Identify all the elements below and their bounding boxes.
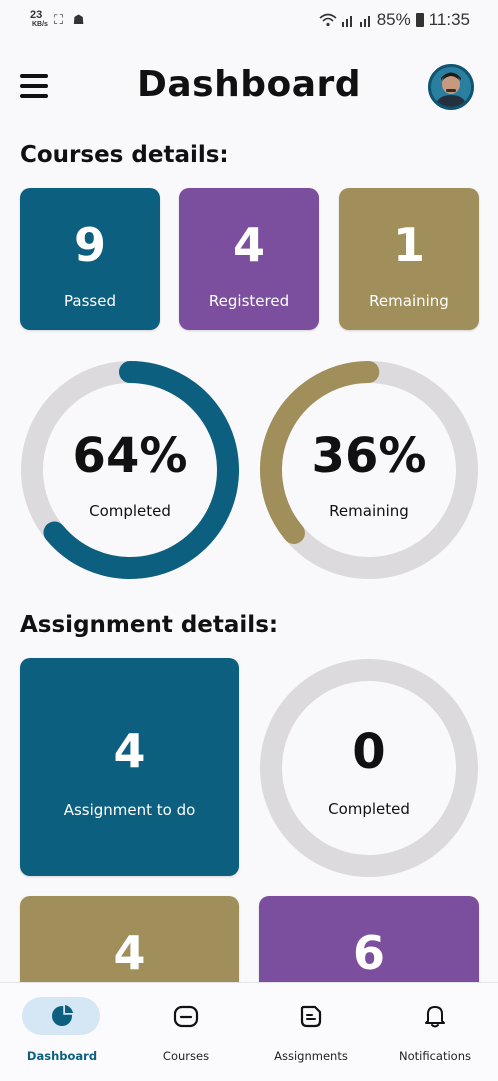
assignments-todo-card[interactable]: 4 Assignment to do	[20, 658, 239, 876]
nav-notifications-label: Notifications	[399, 1049, 471, 1063]
assignments-purple-card[interactable]: 6	[259, 896, 479, 996]
assignments-olive-count: 4	[113, 926, 146, 980]
signal-icon-2	[359, 16, 370, 27]
assignments-completed-label: Completed	[328, 800, 410, 818]
assignments-completed-ring: 0 Completed	[259, 658, 479, 878]
app-notification-icon: ☗	[72, 12, 85, 27]
completed-label: Completed	[89, 502, 171, 520]
passed-card[interactable]: 9 Passed	[20, 188, 160, 330]
app-header: Dashboard	[0, 60, 498, 116]
remaining-progress-ring: 36% Remaining	[259, 360, 479, 580]
signal-icon	[341, 16, 352, 27]
pie-chart-icon	[52, 1005, 73, 1026]
status-bar: 23 KB/s ⛶ ☗ 85% 11:35	[0, 0, 498, 40]
notification-icons: ⛶ ☗	[54, 12, 84, 28]
completed-percent: 64%	[72, 428, 188, 484]
nav-assignments[interactable]: Assignments	[249, 983, 373, 1081]
nav-courses[interactable]: Courses	[124, 983, 248, 1081]
remaining-percent: 36%	[311, 428, 427, 484]
registered-count: 4	[232, 218, 265, 272]
nav-dashboard-label: Dashboard	[26, 1049, 98, 1063]
battery-percent: 85%	[376, 10, 411, 29]
completed-progress-ring: 64% Completed	[20, 360, 240, 580]
passed-label: Passed	[64, 292, 116, 310]
assignments-purple-count: 6	[352, 926, 385, 980]
bell-icon	[425, 1006, 445, 1028]
passed-count: 9	[73, 218, 106, 272]
assignments-icon	[300, 1005, 322, 1028]
page-title: Dashboard	[136, 64, 362, 105]
assignments-section-title: Assignment details:	[20, 612, 279, 638]
bottom-navigation: Dashboard Courses Assignments Notificati…	[0, 982, 498, 1081]
user-avatar-icon	[431, 67, 471, 107]
nav-assignments-label: Assignments	[274, 1049, 348, 1063]
remaining-count: 1	[392, 218, 425, 272]
assignments-todo-count: 4	[113, 724, 146, 778]
nav-courses-label: Courses	[162, 1049, 210, 1063]
nav-notifications[interactable]: Notifications	[373, 983, 497, 1081]
system-status: 85% 11:35	[319, 10, 470, 30]
remaining-card[interactable]: 1 Remaining	[339, 188, 479, 330]
avatar[interactable]	[428, 64, 474, 110]
registered-label: Registered	[208, 292, 290, 310]
clock: 11:35	[428, 10, 470, 29]
battery-icon	[415, 13, 424, 27]
courses-icon	[173, 1005, 199, 1028]
assignments-todo-label: Assignment to do	[63, 801, 196, 819]
data-rate-unit: KB/s	[32, 21, 48, 28]
assignments-olive-card[interactable]: 4	[20, 896, 239, 996]
registered-card[interactable]: 4 Registered	[179, 188, 319, 330]
wifi-icon	[319, 13, 337, 27]
data-rate-indicator: 23 KB/s	[30, 10, 48, 30]
remaining-label: Remaining	[369, 292, 449, 310]
assignments-completed-count: 0	[352, 724, 386, 780]
courses-section-title: Courses details:	[20, 142, 229, 168]
nav-dashboard[interactable]: Dashboard	[0, 983, 124, 1081]
remaining-ring-label: Remaining	[329, 502, 409, 520]
screenshot-icon: ⛶	[54, 12, 64, 27]
